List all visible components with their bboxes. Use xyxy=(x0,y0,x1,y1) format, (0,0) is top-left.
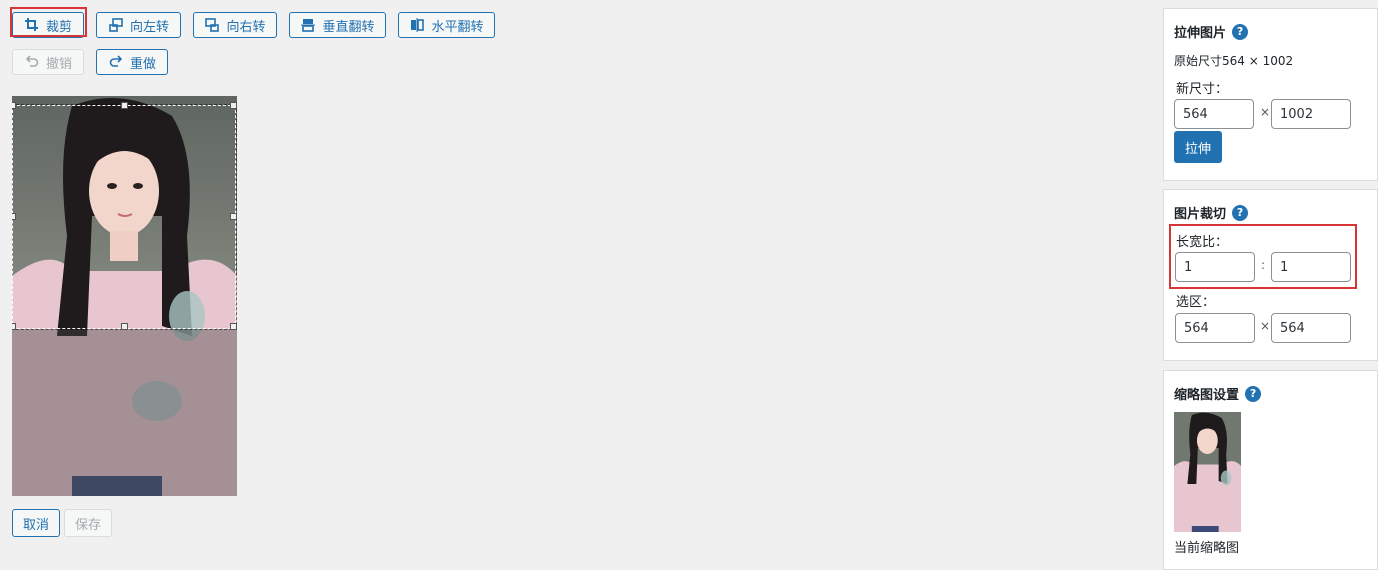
crop-handle-top[interactable] xyxy=(121,102,128,109)
rotate-left-label: 向左转 xyxy=(129,19,169,35)
ratio-separator: : xyxy=(1261,258,1266,272)
current-thumbnail-image xyxy=(1174,412,1241,532)
scale-width-input[interactable] xyxy=(1174,99,1254,129)
flip-vertical-button[interactable]: 垂直翻转 xyxy=(289,12,386,38)
thumbnail-settings-panel: 缩略图设置 ? 当前缩略图 xyxy=(1163,370,1378,570)
crop-panel-title: 图片裁切 ? xyxy=(1174,203,1249,222)
save-label: 保存 xyxy=(74,517,101,533)
scale-button[interactable]: 拉伸 xyxy=(1174,131,1222,163)
crop-panel-title-text: 图片裁切 xyxy=(1174,207,1227,222)
rotate-right-label: 向右转 xyxy=(226,19,266,35)
selection-width-input[interactable] xyxy=(1175,313,1255,343)
crop-handle-bottom-left[interactable] xyxy=(12,323,16,330)
size-separator: × xyxy=(1260,105,1271,119)
rotate-left-icon xyxy=(109,18,123,32)
new-size-label: 新尺寸： xyxy=(1176,82,1229,97)
scale-title: 拉伸图片 ? xyxy=(1174,22,1249,41)
crop-outside-shade xyxy=(12,329,237,496)
image-crop-panel: 图片裁切 ? 长宽比： : 选区： × xyxy=(1163,189,1378,361)
rotate-right-button[interactable]: 向右转 xyxy=(193,12,277,38)
help-icon[interactable]: ? xyxy=(1245,385,1262,402)
redo-button[interactable]: 重做 xyxy=(96,49,168,75)
selection-label: 选区： xyxy=(1176,295,1216,310)
undo-button[interactable]: 撤销 xyxy=(12,49,84,75)
undo-label: 撤销 xyxy=(45,56,72,72)
original-size-text: 原始尺寸564 × 1002 xyxy=(1174,54,1294,68)
thumbnail-caption: 当前缩略图 xyxy=(1174,541,1240,556)
scale-height-input[interactable] xyxy=(1271,99,1351,129)
cancel-label: 取消 xyxy=(22,517,49,533)
flip-horizontal-button[interactable]: 水平翻转 xyxy=(398,12,495,38)
undo-icon xyxy=(25,55,39,67)
crop-handle-bottom-right[interactable] xyxy=(230,323,237,330)
rotate-left-button[interactable]: 向左转 xyxy=(96,12,181,38)
crop-button[interactable]: 裁剪 xyxy=(12,12,84,38)
redo-icon xyxy=(109,55,123,67)
aspect-ratio-label: 长宽比： xyxy=(1176,235,1229,250)
crop-handle-top-left[interactable] xyxy=(12,102,16,109)
cancel-button[interactable]: 取消 xyxy=(12,509,60,537)
crop-handle-right[interactable] xyxy=(230,213,237,220)
scale-image-panel: 拉伸图片 ? 原始尺寸564 × 1002 新尺寸： × 拉伸 xyxy=(1163,8,1378,181)
crop-selection-box[interactable] xyxy=(12,104,237,330)
crop-image-area[interactable] xyxy=(12,96,237,496)
scale-title-text: 拉伸图片 xyxy=(1174,26,1227,41)
flip-horizontal-label: 水平翻转 xyxy=(431,19,484,35)
help-icon[interactable]: ? xyxy=(1232,23,1249,40)
thumb-title: 缩略图设置 ? xyxy=(1174,384,1262,403)
flip-horizontal-icon xyxy=(411,18,425,32)
redo-label: 重做 xyxy=(129,56,156,72)
crop-handle-top-right[interactable] xyxy=(230,102,237,109)
crop-handle-bottom[interactable] xyxy=(121,323,128,330)
flip-vertical-icon xyxy=(301,19,316,32)
help-icon[interactable]: ? xyxy=(1232,204,1249,221)
aspect-ratio-height-input[interactable] xyxy=(1271,252,1351,282)
rotate-right-icon xyxy=(205,18,220,32)
flip-vertical-label: 垂直翻转 xyxy=(322,19,375,35)
crop-handle-left[interactable] xyxy=(12,213,16,220)
selection-height-input[interactable] xyxy=(1271,313,1351,343)
crop-label: 裁剪 xyxy=(45,19,72,35)
aspect-ratio-width-input[interactable] xyxy=(1175,252,1255,282)
thumb-title-text: 缩略图设置 xyxy=(1174,388,1240,403)
selection-separator: × xyxy=(1260,319,1271,333)
crop-icon xyxy=(24,18,38,31)
save-button[interactable]: 保存 xyxy=(64,509,112,537)
